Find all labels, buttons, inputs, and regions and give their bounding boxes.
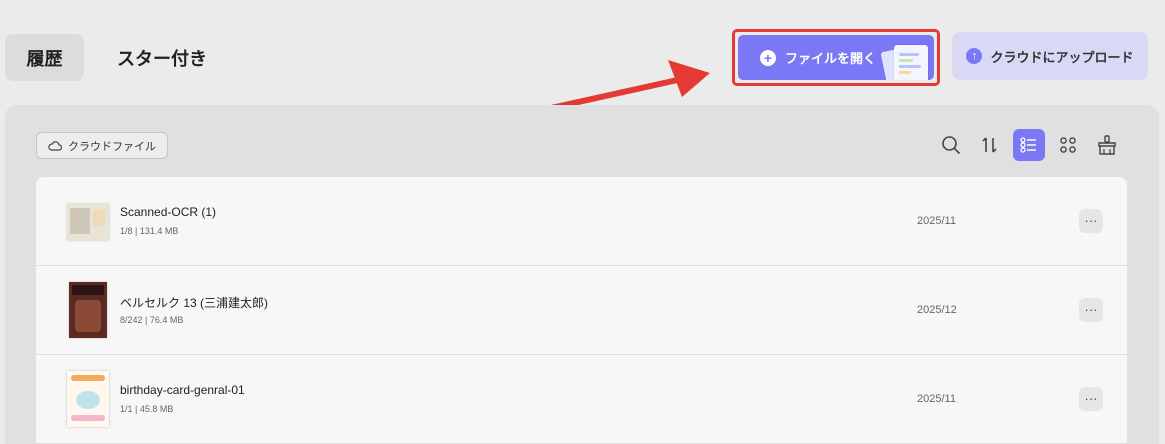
file-thumbnail: [67, 204, 109, 240]
upload-cloud-button[interactable]: ↑ クラウドにアップロード: [952, 32, 1148, 80]
list-view-icon[interactable]: [1013, 129, 1045, 161]
file-row[interactable]: ベルセルク 13 (三浦建太郎) 8/242 | 76.4 MB 2025/12…: [36, 266, 1127, 355]
file-name: Scanned-OCR (1): [120, 205, 217, 219]
file-name: ベルセルク 13 (三浦建太郎): [120, 296, 269, 310]
open-file-button[interactable]: + ファイルを開く: [738, 35, 934, 80]
clear-icon[interactable]: [1091, 129, 1123, 161]
documents-icon: [878, 41, 930, 80]
open-file-highlight: + ファイルを開く: [732, 29, 940, 86]
file-row[interactable]: Scanned-OCR (1) 1/8 | 131.4 MB 2025/11 ·…: [36, 177, 1127, 266]
file-row[interactable]: birthday-card-genral-01 1/1 | 45.8 MB 20…: [36, 355, 1127, 444]
sort-icon[interactable]: [974, 129, 1006, 161]
upload-cloud-label: クラウドにアップロード: [990, 49, 1134, 65]
cloud-files-label: クラウドファイル: [68, 140, 156, 153]
search-icon[interactable]: [935, 129, 967, 161]
file-meta: 1/8 | 131.4 MB: [120, 226, 179, 236]
file-date: 2025/11: [917, 215, 956, 227]
grid-view-icon[interactable]: [1052, 129, 1084, 161]
file-name: birthday-card-genral-01: [120, 383, 245, 397]
files-panel: クラウドファイル Scanned-OCR (1) 1/8 | 131.4 MB …: [5, 105, 1159, 444]
file-date: 2025/11: [917, 393, 956, 405]
view-toolbar: [935, 129, 1130, 161]
tab-starred[interactable]: スター付き: [112, 34, 212, 81]
file-date: 2025/12: [917, 304, 957, 316]
open-file-label: ファイルを開く: [785, 51, 877, 66]
tab-history[interactable]: 履歴: [5, 34, 84, 81]
more-options-button[interactable]: ···: [1079, 298, 1103, 322]
cloud-files-chip[interactable]: クラウドファイル: [36, 132, 168, 159]
file-thumbnail: [67, 371, 109, 427]
file-thumbnail: [69, 282, 107, 338]
upload-icon: ↑: [966, 48, 983, 64]
more-options-button[interactable]: ···: [1079, 387, 1103, 411]
file-meta: 8/242 | 76.4 MB: [120, 315, 184, 325]
file-list: Scanned-OCR (1) 1/8 | 131.4 MB 2025/11 ·…: [36, 177, 1127, 444]
plus-icon: +: [760, 49, 776, 66]
file-meta: 1/1 | 45.8 MB: [120, 404, 174, 414]
more-options-button[interactable]: ···: [1079, 209, 1103, 233]
cloud-icon: [48, 141, 62, 151]
